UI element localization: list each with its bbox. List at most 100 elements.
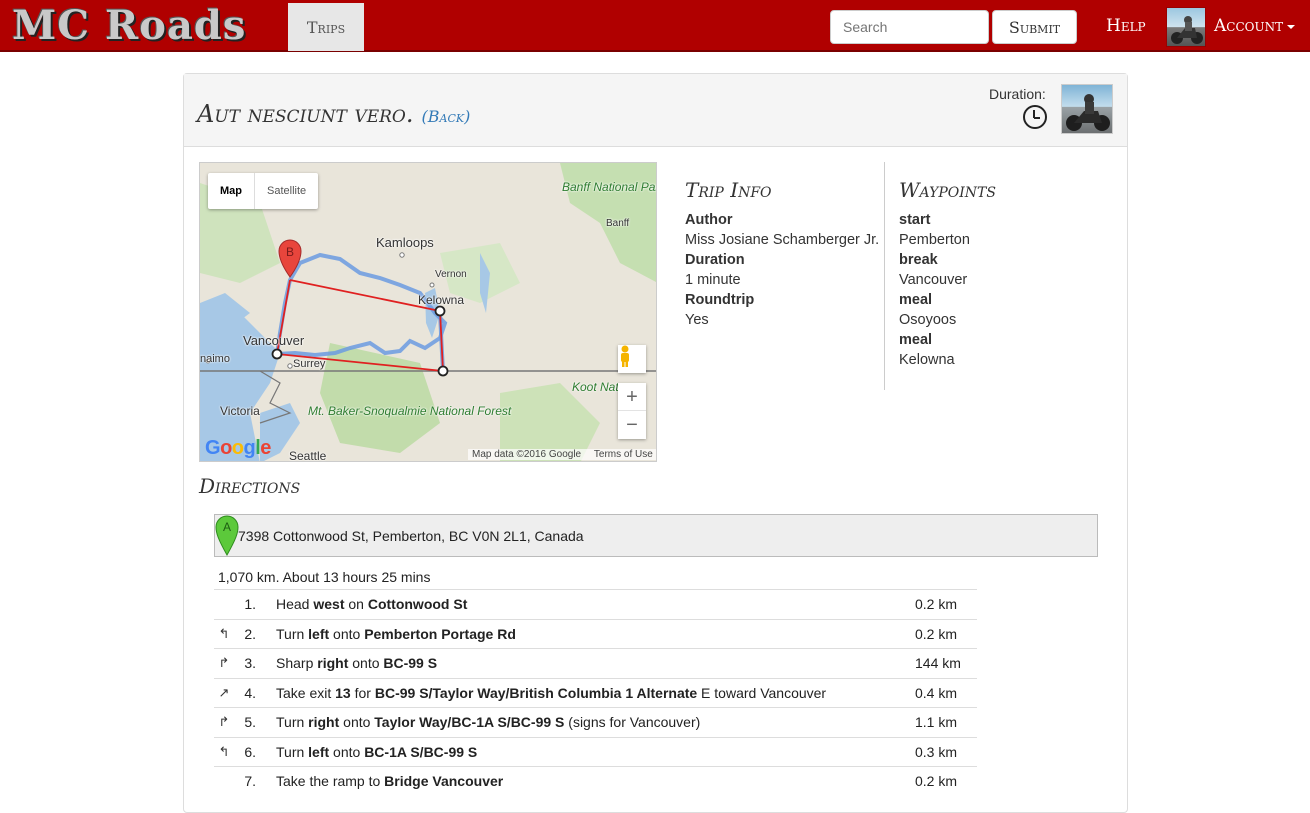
marker-a-label: A xyxy=(223,520,231,534)
back-link[interactable]: (Back) xyxy=(422,107,471,126)
map-label-banff: Banff xyxy=(606,218,630,229)
trip-panel-heading: Aut nesciunt vero. (Back) Duration: xyxy=(184,74,1127,147)
step-text: Head west on Cottonwood St xyxy=(276,596,468,613)
step-number: 3. xyxy=(244,655,256,672)
step-text: Sharp right onto BC-99 S xyxy=(276,655,438,672)
map-label-surrey: Surrey xyxy=(293,358,326,370)
top-navbar: MC Roads Trips Submit Help Account xyxy=(0,0,1310,52)
map-label-vancouver: Vancouver xyxy=(243,333,305,348)
route-summary: 1,070 km. About 13 hours 25 mins xyxy=(218,569,431,585)
turn-right-icon: ↱ xyxy=(218,714,230,730)
step-distance: 144 km xyxy=(915,655,961,672)
waypoints-section: Waypoints start Pemberton break Vancouve… xyxy=(899,178,1109,370)
waypoint-type: meal xyxy=(899,332,933,348)
step-text: Take the ramp to Bridge Vancouver xyxy=(276,773,504,790)
map-label-banff-park: Banff National Park xyxy=(562,180,657,194)
step-number: 6. xyxy=(244,743,256,760)
map-label-baker: Mt. Baker-Snoqualmie National Forest xyxy=(308,404,512,418)
waypoint-type: break xyxy=(899,252,938,268)
nav-help-link[interactable]: Help xyxy=(1106,16,1146,36)
street-view-pegman-icon[interactable] xyxy=(618,345,646,373)
waypoint-type: start xyxy=(899,212,931,228)
directions-heading: Directions xyxy=(199,474,301,498)
map-label-nanaimo: naimo xyxy=(200,353,230,365)
duration-label: Duration: xyxy=(989,86,1046,102)
waypoint-place: Vancouver xyxy=(899,272,968,288)
trip-info-section: Trip Info Author Miss Josiane Schamberge… xyxy=(685,178,881,330)
duration-value: 1 minute xyxy=(685,272,741,288)
account-menu[interactable]: Account xyxy=(1214,16,1296,36)
step-number: 7. xyxy=(244,773,256,790)
direction-step[interactable]: 7. Take the ramp to Bridge Vancouver 0.2… xyxy=(214,766,977,796)
waypoint-type: meal xyxy=(899,292,933,308)
step-distance: 0.2 km xyxy=(915,596,958,613)
waypoints-heading: Waypoints xyxy=(899,178,996,202)
exit-right-icon: ↗ xyxy=(218,684,230,700)
section-divider xyxy=(884,162,885,390)
turn-left-icon: ↰ xyxy=(218,625,230,641)
brand-logo[interactable]: MC Roads xyxy=(12,2,246,49)
avatar[interactable] xyxy=(1166,7,1206,47)
submit-button[interactable]: Submit xyxy=(992,10,1077,44)
map-label-vernon: Vernon xyxy=(435,269,467,280)
step-distance: 0.4 km xyxy=(915,684,958,701)
step-number: 1. xyxy=(244,596,256,613)
map-attribution: Map data ©2016 Google Terms of Use xyxy=(468,449,656,460)
map-label-seattle: Seattle xyxy=(289,449,327,462)
direction-step[interactable]: ↗ 4. Take exit 13 for BC-99 S/Taylor Way… xyxy=(214,677,977,708)
search-input[interactable] xyxy=(830,10,989,44)
map-label-kamloops: Kamloops xyxy=(376,235,434,250)
step-distance: 0.3 km xyxy=(915,743,958,760)
marker-a-icon: A xyxy=(215,515,239,557)
zoom-out-button[interactable]: − xyxy=(618,411,646,439)
waypoint-place: Osoyoos xyxy=(899,312,957,328)
start-address: 7398 Cottonwood St, Pemberton, BC V0N 2L… xyxy=(238,527,584,544)
step-distance: 1.1 km xyxy=(915,714,958,731)
author-value: Miss Josiane Schamberger Jr. xyxy=(685,232,880,248)
duration-info-label: Duration xyxy=(685,252,745,268)
step-distance: 0.2 km xyxy=(915,625,958,642)
direction-step[interactable]: ↰ 2. Turn left onto Pemberton Portage Rd… xyxy=(214,618,977,649)
trip-thumbnail xyxy=(1061,84,1113,134)
nav-trips-tab[interactable]: Trips xyxy=(288,3,364,51)
direction-step[interactable]: ↱ 3. Sharp right onto BC-99 S 144 km xyxy=(214,648,977,678)
sharp-right-icon: ↱ xyxy=(218,655,230,671)
map-type-map-button[interactable]: Map xyxy=(208,173,255,209)
direction-step[interactable]: 1. Head west on Cottonwood St 0.2 km xyxy=(214,589,977,619)
terms-of-use-link[interactable]: Terms of Use xyxy=(594,449,653,460)
zoom-control: + − xyxy=(618,383,646,439)
zoom-in-button[interactable]: + xyxy=(618,383,646,411)
page-title: Aut nesciunt vero. (Back) xyxy=(197,100,470,128)
step-number: 2. xyxy=(244,625,256,642)
marker-b-label: B xyxy=(286,245,294,259)
trip-title-text: Aut nesciunt vero. xyxy=(197,100,414,128)
direction-step[interactable]: ↱ 5. Turn right onto Taylor Way/BC-1A S/… xyxy=(214,707,977,737)
trip-panel: Aut nesciunt vero. (Back) Duration: B Ma… xyxy=(183,73,1128,813)
direction-step[interactable]: ↰ 6. Turn left onto BC-1A S/BC-99 S 0.3 … xyxy=(214,736,977,767)
turn-left-icon: ↰ xyxy=(218,743,230,759)
map-label-kootenay: Koot National es xyxy=(572,381,618,394)
step-number: 4. xyxy=(244,684,256,701)
account-label: Account xyxy=(1214,16,1284,36)
map-type-control: Map Satellite xyxy=(208,173,319,209)
roundtrip-value: Yes xyxy=(685,312,709,328)
route-map[interactable]: B Map Satellite Kamloops Vernon Kelowna … xyxy=(199,162,657,462)
roundtrip-label: Roundtrip xyxy=(685,292,755,308)
start-address-box: A 7398 Cottonwood St, Pemberton, BC V0N … xyxy=(214,514,1098,557)
author-label: Author xyxy=(685,212,733,228)
step-text: Take exit 13 for BC-99 S/Taylor Way/Brit… xyxy=(276,684,827,701)
directions-steps: 1. Head west on Cottonwood St 0.2 km ↰ 2… xyxy=(214,589,977,796)
step-text: Turn left onto Pemberton Portage Rd xyxy=(276,625,516,642)
trip-info-heading: Trip Info xyxy=(685,178,772,202)
map-type-satellite-button[interactable]: Satellite xyxy=(255,173,318,209)
clock-icon xyxy=(1023,105,1047,129)
step-number: 5. xyxy=(244,714,256,731)
step-distance: 0.2 km xyxy=(915,773,958,790)
google-logo: Google xyxy=(205,437,271,459)
step-text: Turn left onto BC-1A S/BC-99 S xyxy=(276,743,478,760)
map-label-victoria: Victoria xyxy=(220,404,260,418)
motorcycle-icon xyxy=(1066,94,1110,131)
motorcycle-icon xyxy=(1171,16,1203,44)
waypoint-place: Pemberton xyxy=(899,232,970,248)
map-data-text: Map data ©2016 Google xyxy=(472,449,582,460)
